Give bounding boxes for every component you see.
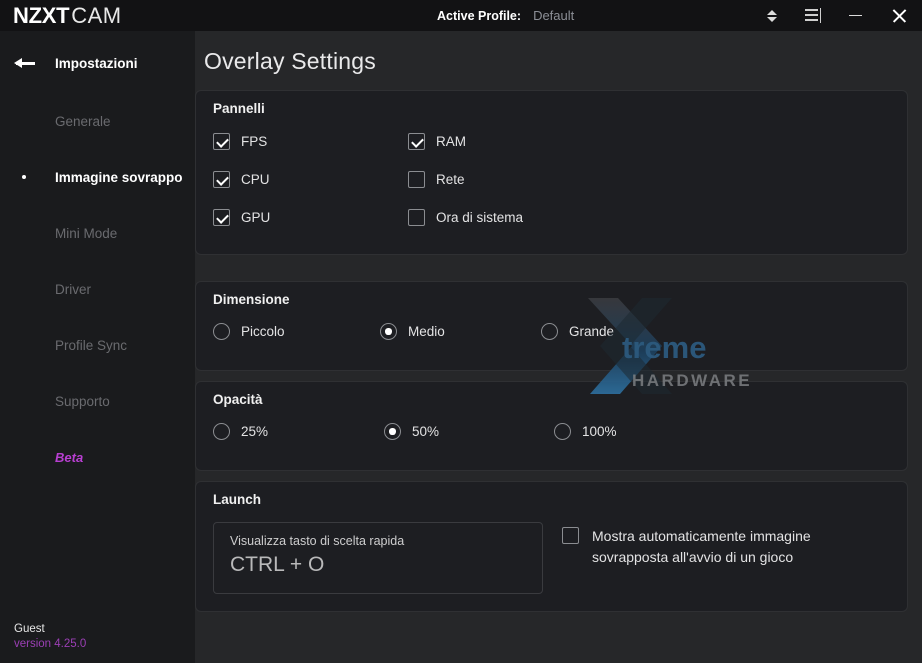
sidebar-item-generale[interactable]: Generale xyxy=(0,93,195,149)
back-to-settings[interactable]: Impostazioni xyxy=(0,49,195,77)
radio-label: 50% xyxy=(412,424,439,439)
list-menu-icon xyxy=(805,9,822,22)
checkbox-label: FPS xyxy=(241,134,267,149)
active-profile-label: Active Profile: xyxy=(437,9,521,23)
radio-label: Piccolo xyxy=(241,324,285,339)
sidebar-header-label: Impostazioni xyxy=(55,56,138,71)
checkbox-auto-show-overlay[interactable]: Mostra automaticamente immagine sovrappo… xyxy=(562,526,867,569)
checkbox-box[interactable] xyxy=(213,209,230,226)
checkbox-ram[interactable]: RAM xyxy=(408,133,466,150)
hotkey-value: CTRL + O xyxy=(230,553,324,577)
page-title: Overlay Settings xyxy=(204,48,376,75)
checkbox-gpu[interactable]: GPU xyxy=(213,209,270,226)
checkbox-cpu[interactable]: CPU xyxy=(213,171,270,188)
checkbox-rete[interactable]: Rete xyxy=(408,171,465,188)
checkbox-ora-di-sistema[interactable]: Ora di sistema xyxy=(408,209,523,226)
sidebar-item-label: Mini Mode xyxy=(55,226,183,241)
checkbox-fps[interactable]: FPS xyxy=(213,133,267,150)
radio-opacity-100[interactable]: 100% xyxy=(554,423,617,440)
checkbox-label: CPU xyxy=(241,172,270,187)
account-name: Guest xyxy=(14,622,86,636)
sidebar-item-mini-mode[interactable]: Mini Mode xyxy=(0,205,195,261)
checkbox-box[interactable] xyxy=(562,527,579,544)
checkbox-box[interactable] xyxy=(408,133,425,150)
checkbox-label: Rete xyxy=(436,172,465,187)
title-bar: NZXTCAM Active Profile: Default xyxy=(0,0,922,31)
radio-circle[interactable] xyxy=(541,323,558,340)
window-controls xyxy=(752,0,922,31)
sidebar-item-label: Driver xyxy=(55,282,183,297)
logo-cam: CAM xyxy=(71,3,121,28)
sidebar-item-profile-sync[interactable]: Profile Sync xyxy=(0,317,195,373)
checkbox-box[interactable] xyxy=(408,171,425,188)
opacity-card: Opacità 25% 50% 100% xyxy=(195,381,908,471)
radio-label: 25% xyxy=(241,424,268,439)
menu-button[interactable] xyxy=(792,0,834,31)
checkbox-label: Ora di sistema xyxy=(436,210,523,225)
radio-size-medio[interactable]: Medio xyxy=(380,323,445,340)
checkbox-box[interactable] xyxy=(408,209,425,226)
radio-circle[interactable] xyxy=(384,423,401,440)
active-profile-group[interactable]: Active Profile: Default xyxy=(437,0,574,31)
nzxt-cam-window: NZXTCAM Active Profile: Default xyxy=(0,0,922,663)
sidebar-item-driver[interactable]: Driver xyxy=(0,261,195,317)
size-card: Dimensione Piccolo Medio Grande xyxy=(195,281,908,371)
sidebar-item-label: Supporto xyxy=(55,394,183,409)
panels-card: Pannelli FPS CPU GPU RAM Rete xyxy=(195,90,908,255)
active-indicator-dot xyxy=(22,175,26,179)
hotkey-field[interactable]: Visualizza tasto di scelta rapida CTRL +… xyxy=(213,522,543,594)
arrow-left-icon xyxy=(14,56,36,70)
sidebar-item-label: Immagine sovrappost xyxy=(55,170,183,185)
sort-up-down-icon xyxy=(767,10,777,22)
radio-label: 100% xyxy=(582,424,617,439)
radio-circle[interactable] xyxy=(213,323,230,340)
radio-circle[interactable] xyxy=(380,323,397,340)
panels-card-title: Pannelli xyxy=(213,101,265,116)
checkbox-label: GPU xyxy=(241,210,270,225)
sidebar-footer: Guest version 4.25.0 xyxy=(14,622,86,651)
size-card-title: Dimensione xyxy=(213,292,290,307)
active-profile-value[interactable]: Default xyxy=(533,8,574,23)
sidebar-item-supporto[interactable]: Supporto xyxy=(0,373,195,429)
radio-label: Grande xyxy=(569,324,614,339)
main-content: Overlay Settings Pannelli FPS CPU GPU RA… xyxy=(195,31,922,663)
hotkey-caption: Visualizza tasto di scelta rapida xyxy=(230,534,404,548)
radio-opacity-25[interactable]: 25% xyxy=(213,423,268,440)
checkbox-label: RAM xyxy=(436,134,466,149)
opacity-card-title: Opacità xyxy=(213,392,263,407)
radio-opacity-50[interactable]: 50% xyxy=(384,423,439,440)
app-logo: NZXTCAM xyxy=(13,3,122,29)
close-icon xyxy=(892,8,907,23)
logo-nzxt: NZXT xyxy=(13,3,69,28)
launch-card: Launch Visualizza tasto di scelta rapida… xyxy=(195,481,908,612)
sidebar-item-label: Generale xyxy=(55,114,183,129)
checkbox-box[interactable] xyxy=(213,133,230,150)
sidebar: Impostazioni Generale Immagine sovrappos… xyxy=(0,31,195,663)
checkbox-label: Mostra automaticamente immagine sovrappo… xyxy=(592,526,867,569)
launch-card-title: Launch xyxy=(213,492,261,507)
minimize-button[interactable] xyxy=(834,0,876,31)
app-version: version 4.25.0 xyxy=(14,637,86,651)
sidebar-nav: Generale Immagine sovrappost Mini Mode D… xyxy=(0,93,195,485)
sidebar-item-label: Beta xyxy=(55,450,183,465)
sidebar-item-label: Profile Sync xyxy=(55,338,183,353)
close-button[interactable] xyxy=(876,0,922,31)
radio-label: Medio xyxy=(408,324,445,339)
radio-size-grande[interactable]: Grande xyxy=(541,323,614,340)
profile-spinner-button[interactable] xyxy=(752,0,792,31)
sidebar-item-immagine-sovrapposta[interactable]: Immagine sovrappost xyxy=(0,149,195,205)
minimize-icon xyxy=(849,15,862,17)
radio-size-piccolo[interactable]: Piccolo xyxy=(213,323,285,340)
radio-circle[interactable] xyxy=(554,423,571,440)
sidebar-item-beta[interactable]: Beta xyxy=(0,429,195,485)
radio-circle[interactable] xyxy=(213,423,230,440)
checkbox-box[interactable] xyxy=(213,171,230,188)
